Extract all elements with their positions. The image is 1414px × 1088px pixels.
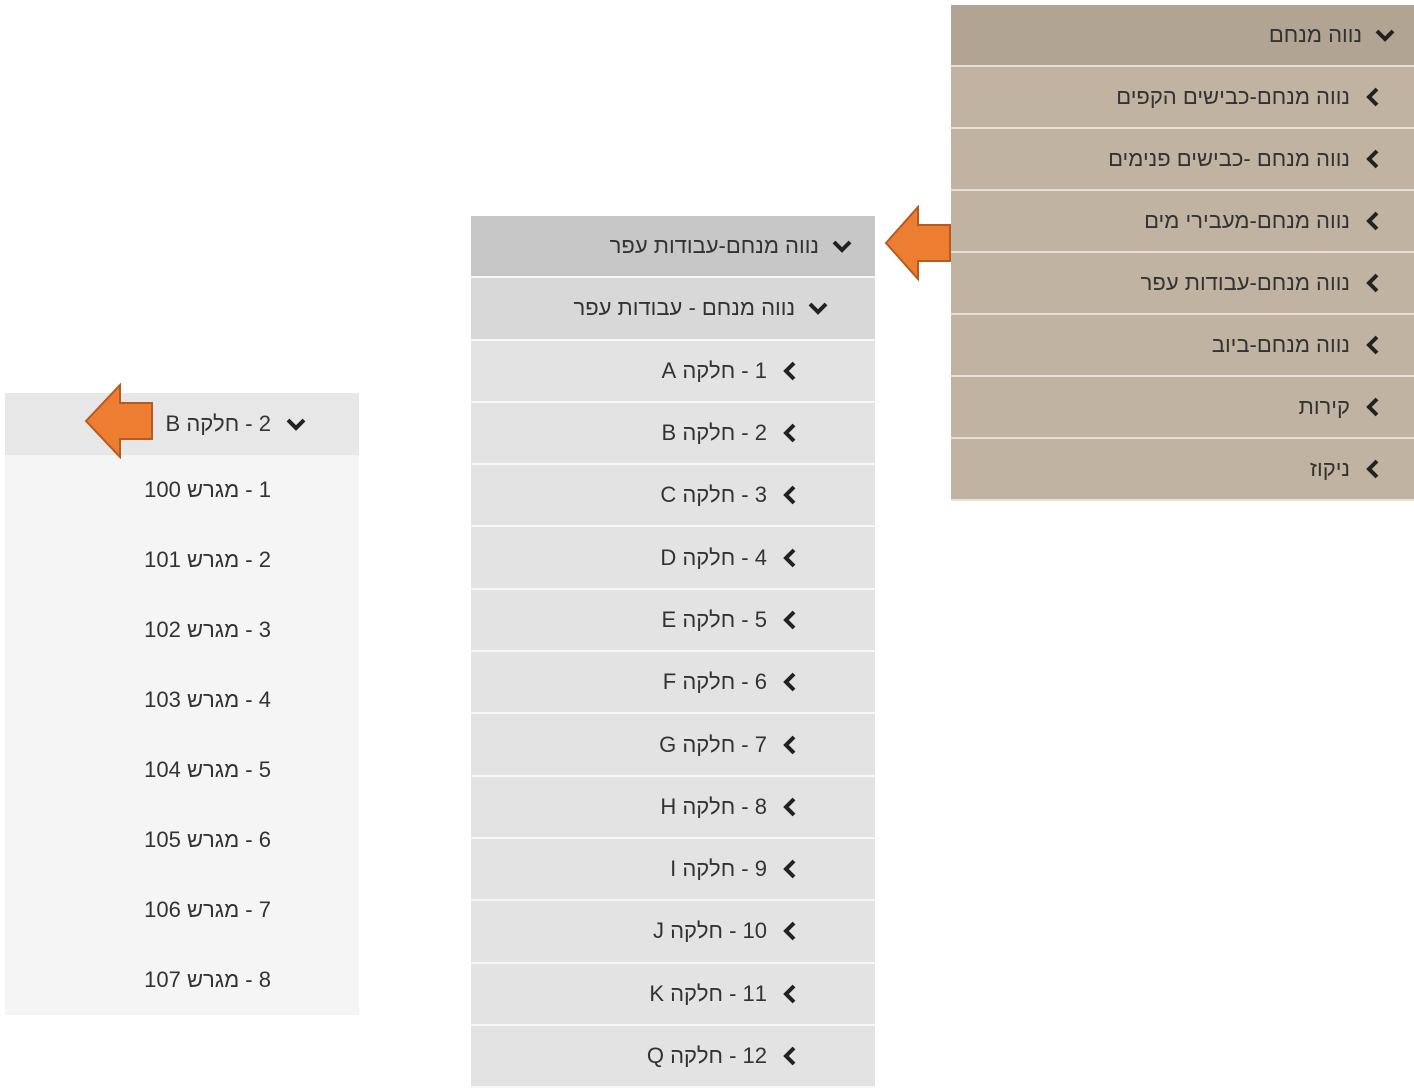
chevron-left-icon bbox=[1366, 211, 1379, 231]
chevron-down-icon bbox=[832, 240, 852, 253]
menu-item-label: 8 - מגרש 107 bbox=[144, 967, 271, 992]
chevron-left-icon bbox=[783, 485, 796, 505]
chevron-down-icon bbox=[808, 303, 828, 316]
menu-header-neve-menachem[interactable]: נווה מנחם bbox=[951, 5, 1414, 67]
menu-item-label: נווה מנחם-ביוב bbox=[1211, 332, 1350, 357]
menu-item-label: 7 - חלקה G bbox=[659, 731, 767, 757]
menu-header-parcel-b[interactable]: 2 - חלקה B bbox=[5, 393, 359, 455]
menu-item-label: 2 - חלקה B bbox=[661, 420, 767, 446]
menu-item-label: 10 - חלקה J bbox=[653, 918, 767, 944]
menu-item-lot-107[interactable]: 8 - מגרש 107 bbox=[5, 945, 359, 1015]
chevron-left-icon bbox=[783, 548, 796, 568]
menu-item-label: 3 - מגרש 102 bbox=[144, 617, 271, 642]
menu-header-label: 2 - חלקה B bbox=[165, 411, 271, 436]
menu-item-label: 5 - חלקה E bbox=[661, 606, 767, 632]
menu-item-drainage[interactable]: ניקוז bbox=[951, 439, 1414, 501]
menu-item-label: 6 - חלקה F bbox=[662, 669, 767, 695]
chevron-left-icon bbox=[1366, 459, 1379, 479]
menu-item-earthworks[interactable]: נווה מנחם-עבודות עפר bbox=[951, 253, 1414, 315]
menu-item-parcel-k[interactable]: 11 - חלקה K bbox=[471, 963, 875, 1026]
menu-item-label: נווה מנחם-מעבירי מים bbox=[1144, 208, 1350, 233]
chevron-left-icon bbox=[783, 610, 796, 630]
chevron-left-icon bbox=[783, 797, 796, 817]
menu-item-label: 11 - חלקה K bbox=[649, 980, 767, 1006]
menu-item-label: קירות bbox=[1298, 394, 1350, 419]
menu-item-label: 6 - מגרש 105 bbox=[144, 827, 271, 852]
menu-item-parcel-h[interactable]: 8 - חלקה H bbox=[471, 776, 875, 839]
menu-item-parcel-g[interactable]: 7 - חלקה G bbox=[471, 714, 875, 777]
menu-item-label: 1 - מגרש 100 bbox=[144, 477, 271, 502]
menu-item-label: 3 - חלקה C bbox=[660, 482, 767, 508]
menu-item-label: 4 - חלקה D bbox=[660, 544, 767, 570]
menu-item-label: נווה מנחם -כבישים פנימים bbox=[1108, 146, 1350, 171]
chevron-left-icon bbox=[783, 361, 796, 381]
chevron-left-icon bbox=[783, 735, 796, 754]
chevron-left-icon bbox=[783, 672, 796, 692]
menu-item-walls[interactable]: קירות bbox=[951, 377, 1414, 439]
menu-item-internal-roads[interactable]: נווה מנחם -כבישים פנימים bbox=[951, 129, 1414, 191]
chevron-left-icon bbox=[783, 984, 796, 1004]
menu-item-label: 12 - חלקה Q bbox=[646, 1043, 767, 1068]
menu-header-earthworks[interactable]: נווה מנחם-עבודות עפר bbox=[471, 216, 875, 279]
menu-item-lot-104[interactable]: 5 - מגרש 104 bbox=[5, 735, 359, 805]
menu-item-label: 4 - מגרש 103 bbox=[144, 687, 271, 712]
menu-item-parcel-j[interactable]: 10 - חלקה J bbox=[471, 901, 875, 964]
menu-item-lot-102[interactable]: 3 - מגרש 102 bbox=[5, 595, 359, 665]
menu-subheader-earthworks[interactable]: נווה מנחם - עבודות עפר bbox=[471, 278, 875, 341]
menu-subheader-label: נווה מנחם - עבודות עפר bbox=[573, 295, 795, 321]
menu-item-sewage[interactable]: נווה מנחם-ביוב bbox=[951, 315, 1414, 377]
menu-item-parcel-i[interactable]: 9 - חלקה I bbox=[471, 838, 875, 902]
menu-header-label: נווה מנחם-עבודות עפר bbox=[609, 233, 819, 259]
menu-item-label: 5 - מגרש 104 bbox=[144, 757, 271, 782]
menu-item-label: 2 - מגרש 101 bbox=[144, 547, 271, 572]
menu-item-label: נווה מנחם-עבודות עפר bbox=[1140, 270, 1350, 295]
menu-item-lot-105[interactable]: 6 - מגרש 105 bbox=[5, 805, 359, 875]
menu-item-parcel-c[interactable]: 3 - חלקה C bbox=[471, 465, 875, 528]
chevron-left-icon bbox=[1366, 273, 1379, 293]
menu-item-parcel-d[interactable]: 4 - חלקה D bbox=[471, 527, 875, 590]
orange-arrow-left-icon bbox=[84, 383, 153, 459]
chevron-left-icon bbox=[783, 921, 796, 941]
chevron-left-icon bbox=[783, 859, 796, 879]
menu-item-perimeter-roads[interactable]: נווה מנחם-כבישים הקפים bbox=[951, 67, 1414, 129]
menu-item-lot-100[interactable]: 1 - מגרש 100 bbox=[5, 455, 359, 525]
menu-item-label: 7 - מגרש 106 bbox=[144, 897, 271, 922]
parcel-b-menu: 2 - חלקה B 1 - מגרש 100 2 - מגרש 101 3 -… bbox=[5, 393, 359, 1015]
chevron-left-icon bbox=[783, 1046, 796, 1066]
chevron-down-icon bbox=[1375, 29, 1395, 42]
menu-item-label: ניקוז bbox=[1309, 456, 1350, 481]
menu-item-parcel-q[interactable]: 12 - חלקה Q bbox=[471, 1025, 875, 1088]
chevron-left-icon bbox=[1366, 335, 1379, 355]
menu-item-label: נווה מנחם-כבישים הקפים bbox=[1116, 84, 1350, 109]
project-menu: נווה מנחם נווה מנחם-כבישים הקפים נווה מנ… bbox=[951, 5, 1414, 501]
chevron-down-icon bbox=[286, 418, 306, 431]
chevron-left-icon bbox=[783, 423, 796, 443]
menu-header-label: נווה מנחם bbox=[1268, 22, 1362, 47]
menu-item-label: 8 - חלקה H bbox=[660, 793, 767, 819]
menu-item-parcel-a[interactable]: 1 - חלקה A bbox=[471, 340, 875, 403]
menu-item-lot-106[interactable]: 7 - מגרש 106 bbox=[5, 875, 359, 945]
chevron-left-icon bbox=[1366, 149, 1379, 169]
menu-item-label: 1 - חלקה A bbox=[661, 357, 767, 383]
earthworks-menu: נווה מנחם-עבודות עפר נווה מנחם - עבודות … bbox=[471, 216, 875, 1088]
menu-item-parcel-f[interactable]: 6 - חלקה F bbox=[471, 652, 875, 715]
menu-item-lot-103[interactable]: 4 - מגרש 103 bbox=[5, 665, 359, 735]
menu-item-label: 9 - חלקה I bbox=[670, 856, 767, 882]
menu-item-lot-101[interactable]: 2 - מגרש 101 bbox=[5, 525, 359, 595]
chevron-left-icon bbox=[1366, 397, 1379, 417]
orange-arrow-left-icon bbox=[884, 205, 951, 281]
menu-item-water-crossings[interactable]: נווה מנחם-מעבירי מים bbox=[951, 191, 1414, 253]
menu-item-parcel-e[interactable]: 5 - חלקה E bbox=[471, 589, 875, 653]
chevron-left-icon bbox=[1366, 87, 1379, 107]
menu-item-parcel-b[interactable]: 2 - חלקה B bbox=[471, 402, 875, 466]
